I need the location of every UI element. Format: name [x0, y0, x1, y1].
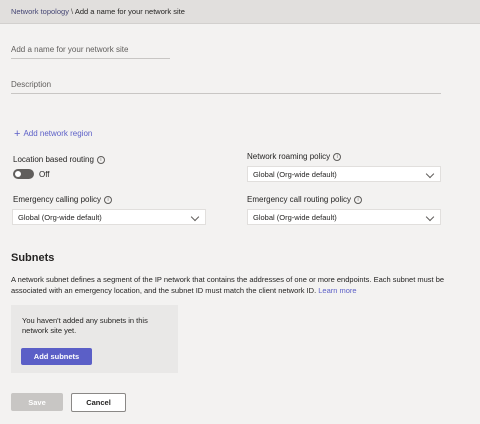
- network-roaming-value: Global (Org-wide default): [253, 170, 337, 179]
- description-input[interactable]: Description: [11, 80, 51, 89]
- emergency-call-routing-dropdown[interactable]: Global (Org-wide default): [247, 209, 441, 225]
- location-routing-toggle[interactable]: [13, 169, 34, 179]
- chevron-down-icon: [425, 212, 435, 222]
- site-name-underline: [11, 58, 170, 59]
- add-network-region-link[interactable]: + Add network region: [14, 127, 93, 140]
- info-icon[interactable]: i: [354, 195, 363, 204]
- emergency-calling-value: Global (Org-wide default): [18, 213, 102, 222]
- info-icon[interactable]: i: [104, 195, 113, 204]
- location-routing-state: Off: [39, 170, 50, 179]
- site-name-input[interactable]: Add a name for your network site: [11, 45, 128, 54]
- subnets-empty-state: You haven't added any subnets in this ne…: [11, 305, 178, 373]
- emergency-calling-label-text: Emergency calling policy: [13, 195, 102, 204]
- info-icon[interactable]: i: [333, 152, 342, 161]
- add-network-region-label: Add network region: [23, 129, 93, 138]
- description-underline: [11, 93, 441, 94]
- network-roaming-label: Network roaming policy i: [247, 152, 342, 161]
- chevron-down-icon: [190, 212, 200, 222]
- location-routing-label: Location based routing i: [13, 155, 105, 164]
- location-routing-label-text: Location based routing: [13, 155, 94, 164]
- breadcrumb-bar: Network topology \ Add a name for your n…: [0, 0, 480, 24]
- add-subnets-button[interactable]: Add subnets: [21, 348, 92, 365]
- subnets-empty-text: You haven't added any subnets in this ne…: [22, 316, 148, 335]
- network-roaming-label-text: Network roaming policy: [247, 152, 331, 161]
- toggle-knob: [15, 171, 21, 177]
- learn-more-link[interactable]: Learn more: [318, 286, 356, 295]
- emergency-calling-label: Emergency calling policy i: [13, 195, 113, 204]
- save-button[interactable]: Save: [11, 393, 63, 411]
- subnets-description: A network subnet defines a segment of th…: [11, 274, 473, 296]
- plus-icon: +: [14, 127, 21, 140]
- emergency-call-routing-label-text: Emergency call routing policy: [247, 195, 352, 204]
- emergency-call-routing-label: Emergency call routing policy i: [247, 195, 363, 204]
- subnets-title: Subnets: [11, 252, 55, 264]
- cancel-button[interactable]: Cancel: [71, 393, 126, 412]
- breadcrumb-current: Add a name for your network site: [74, 7, 185, 16]
- chevron-down-icon: [425, 169, 435, 179]
- breadcrumb-link-network-topology[interactable]: Network topology: [11, 7, 69, 16]
- network-roaming-dropdown[interactable]: Global (Org-wide default): [247, 166, 441, 182]
- breadcrumb-separator: \: [71, 7, 74, 16]
- subnets-description-text: A network subnet defines a segment of th…: [11, 275, 445, 295]
- emergency-calling-dropdown[interactable]: Global (Org-wide default): [12, 209, 206, 225]
- emergency-call-routing-value: Global (Org-wide default): [253, 213, 337, 222]
- info-icon[interactable]: i: [96, 155, 105, 164]
- breadcrumb: Network topology \ Add a name for your n…: [11, 7, 185, 16]
